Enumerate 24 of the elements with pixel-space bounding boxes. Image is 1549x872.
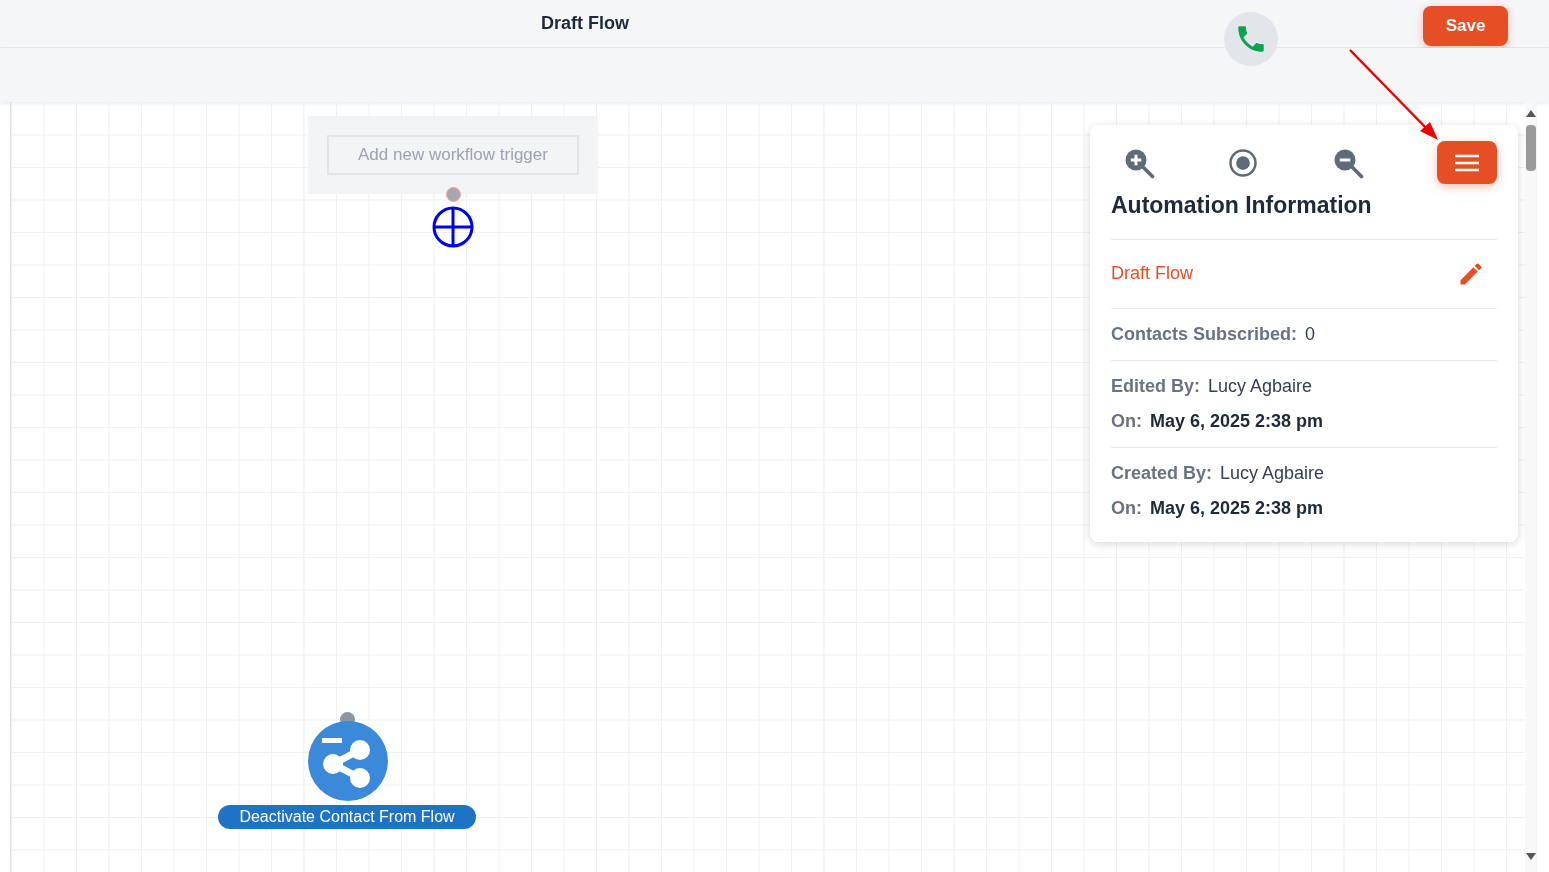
field-label: Edited By: <box>1111 374 1200 398</box>
field-value: 0 <box>1305 322 1316 346</box>
menu-icon <box>1454 153 1480 172</box>
field-value: May 6, 2025 2:38 pm <box>1150 496 1324 520</box>
scroll-thumb[interactable] <box>1526 125 1536 171</box>
scroll-down-icon[interactable] <box>1526 853 1536 860</box>
save-button[interactable]: Save <box>1423 5 1508 46</box>
page-title: Draft Flow <box>541 12 629 35</box>
field-value: May 6, 2025 2:38 pm <box>1150 409 1324 433</box>
add-trigger-button[interactable]: Add new workflow trigger <box>327 135 579 175</box>
menu-button[interactable] <box>1437 141 1497 184</box>
field-label: On: <box>1111 409 1142 433</box>
crosshair-icon[interactable] <box>432 206 474 248</box>
field-value: Lucy Agbaire <box>1220 461 1325 485</box>
field-label: Created By: <box>1111 461 1213 485</box>
field-label: On: <box>1111 496 1142 520</box>
field-value: Lucy Agbaire <box>1208 374 1313 398</box>
target-icon[interactable] <box>1228 147 1259 178</box>
node-label: Deactivate Contact From Flow <box>218 805 476 829</box>
panel-title: Automation Information <box>1111 191 1373 220</box>
scroll-up-icon[interactable] <box>1526 110 1536 117</box>
flow-name: Draft Flow <box>1111 262 1193 285</box>
field-label: Contacts Subscribed: <box>1111 322 1298 346</box>
share-node-icon[interactable] <box>307 720 389 802</box>
